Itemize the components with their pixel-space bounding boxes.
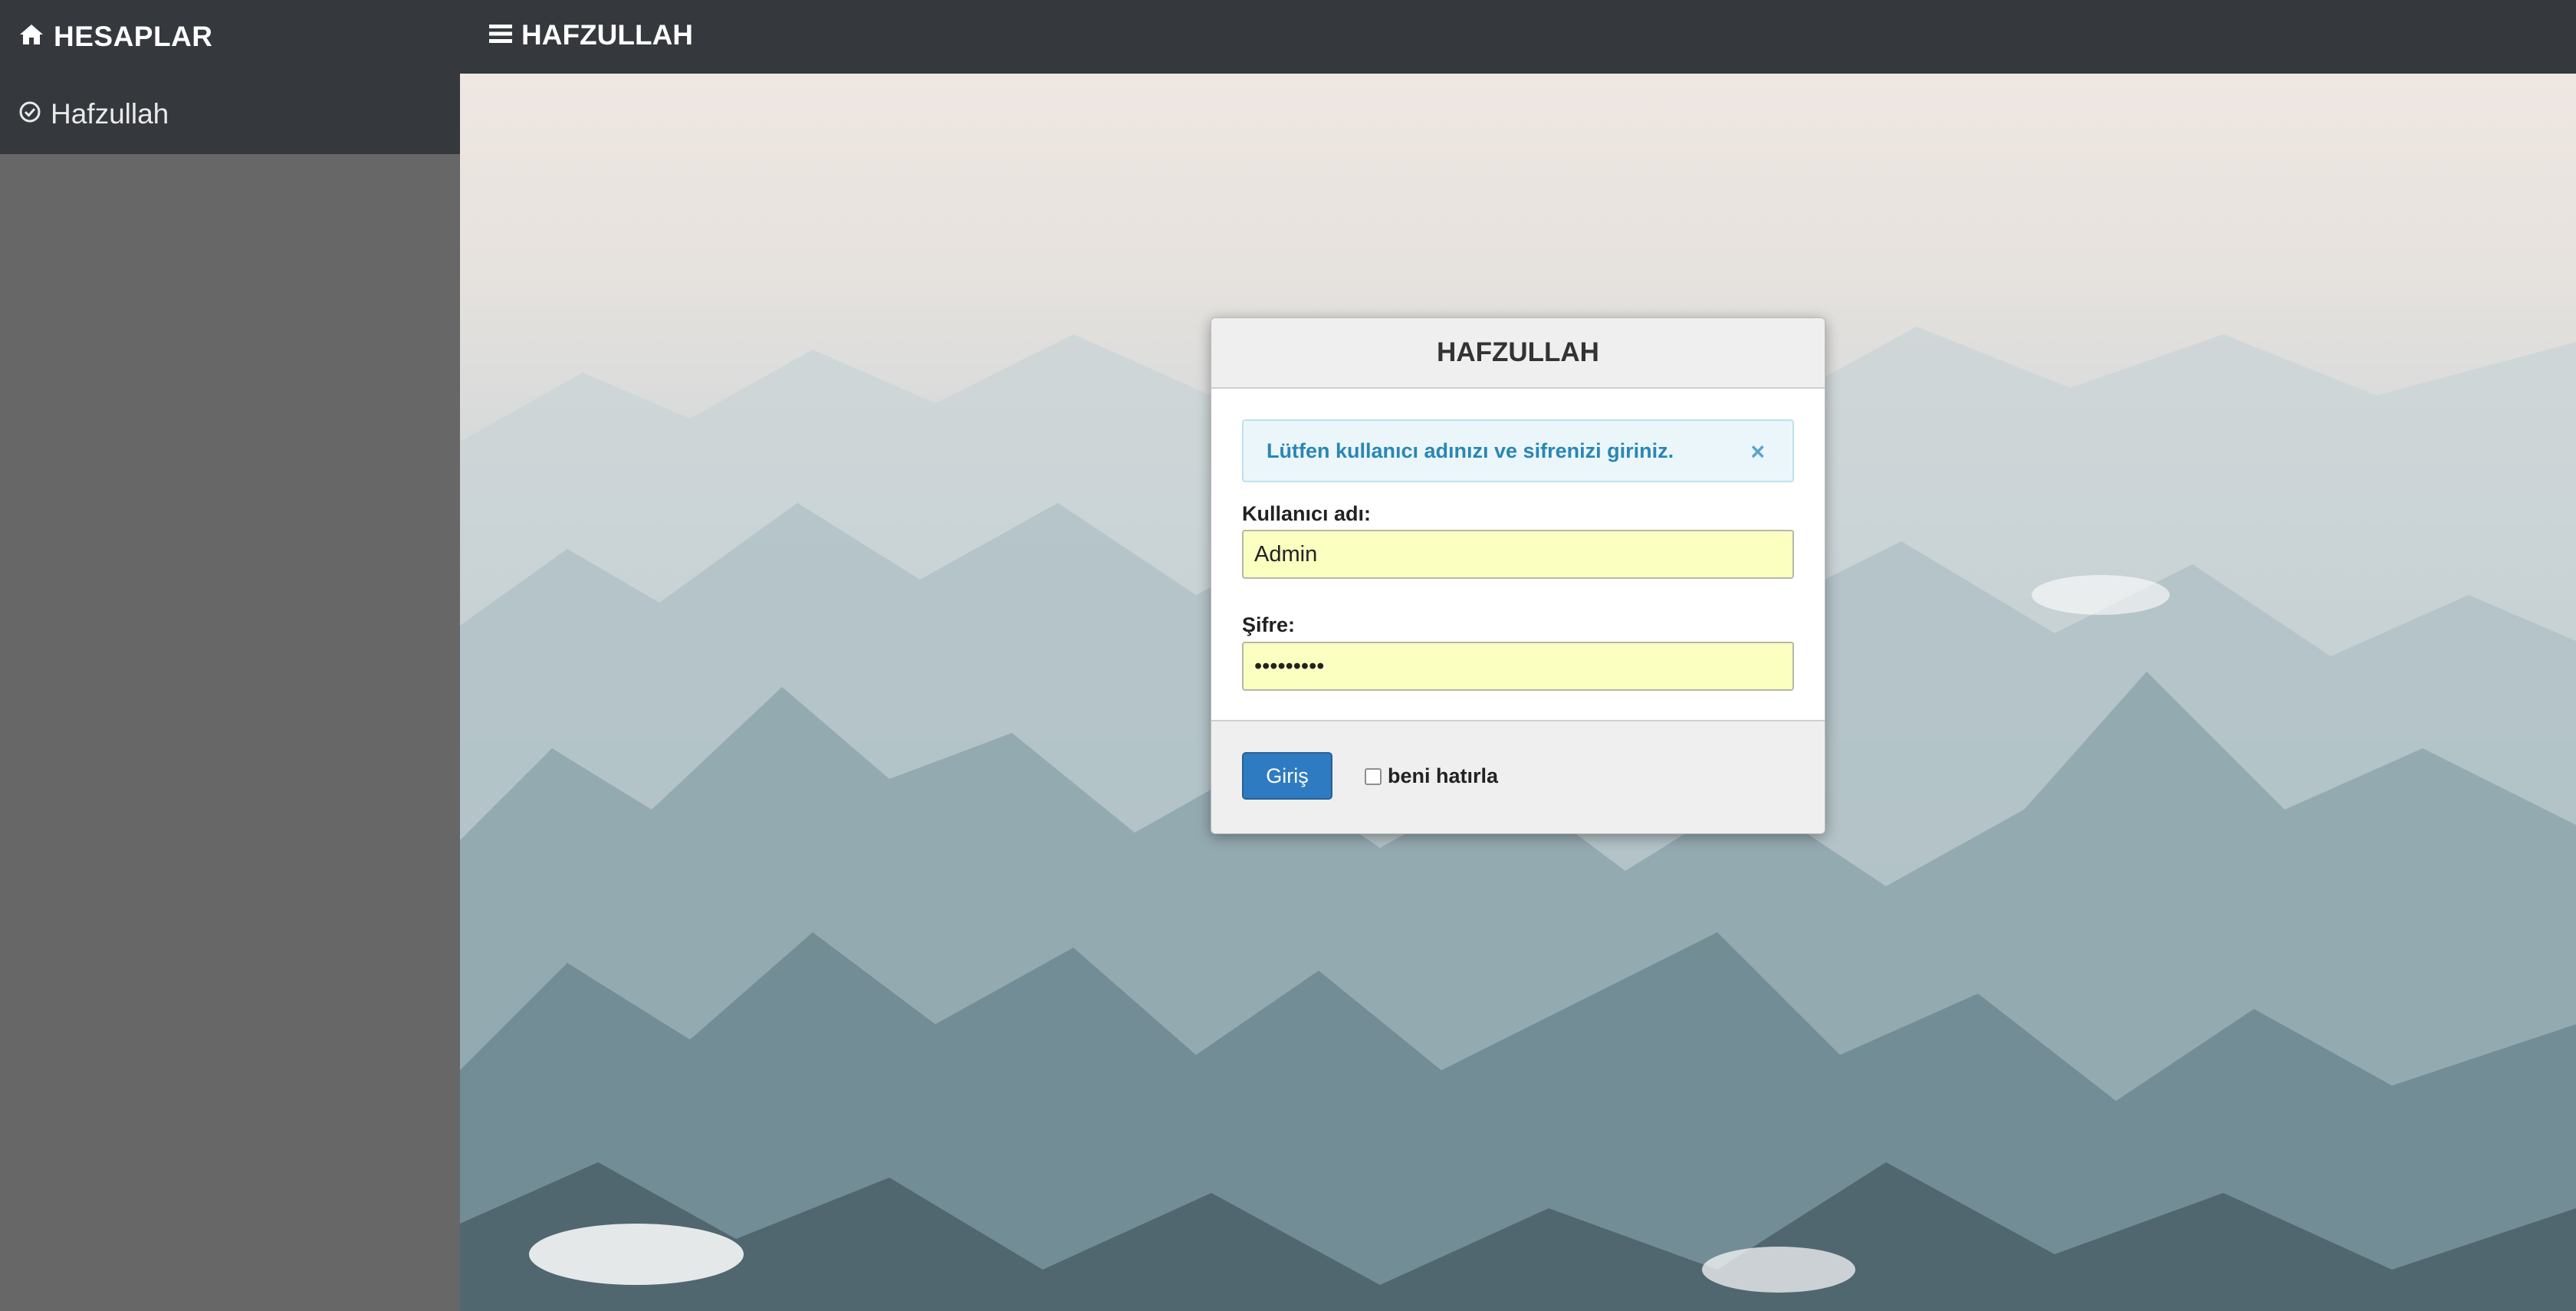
menu-toggle[interactable]: HAFZULLAH (489, 0, 693, 71)
close-icon[interactable]: × (1750, 439, 1765, 464)
remember-checkbox[interactable] (1365, 767, 1382, 785)
sidebar-item-label: Hafzullah (51, 97, 169, 130)
dialog-footer: Giriş beni hatırla (1211, 720, 1825, 833)
alert-message: Lütfen kullanıcı adınızı ve sifrenizi gi… (1267, 439, 1674, 462)
remember-me[interactable]: beni hatırla (1365, 764, 1498, 788)
topnav-label: HAFZULLAH (521, 19, 694, 51)
check-circle-icon (18, 98, 41, 130)
dialog-body: Lütfen kullanıcı adınızı ve sifrenizi gi… (1211, 389, 1825, 720)
password-input[interactable] (1242, 642, 1794, 691)
home-icon (18, 21, 44, 53)
top-bar: HESAPLAR HAFZULLAH (0, 0, 2576, 74)
login-button[interactable]: Giriş (1242, 752, 1332, 800)
sidebar: Hafzullah (0, 74, 460, 1311)
password-label: Şifre: (1242, 613, 1296, 636)
brand-label: HESAPLAR (54, 21, 213, 52)
login-dialog: HAFZULLAH Lütfen kullanıcı adınızı ve si… (1211, 317, 1825, 834)
info-alert: Lütfen kullanıcı adınızı ve sifrenizi gi… (1242, 419, 1794, 482)
username-input[interactable] (1242, 530, 1794, 579)
remember-label: beni hatırla (1388, 764, 1499, 787)
dialog-title: HAFZULLAH (1211, 318, 1825, 389)
sidebar-item-hafzullah[interactable]: Hafzullah (0, 74, 460, 154)
username-label: Kullanıcı adı: (1242, 502, 1372, 525)
brand-link[interactable]: HESAPLAR (18, 0, 213, 74)
hamburger-icon (489, 19, 512, 51)
